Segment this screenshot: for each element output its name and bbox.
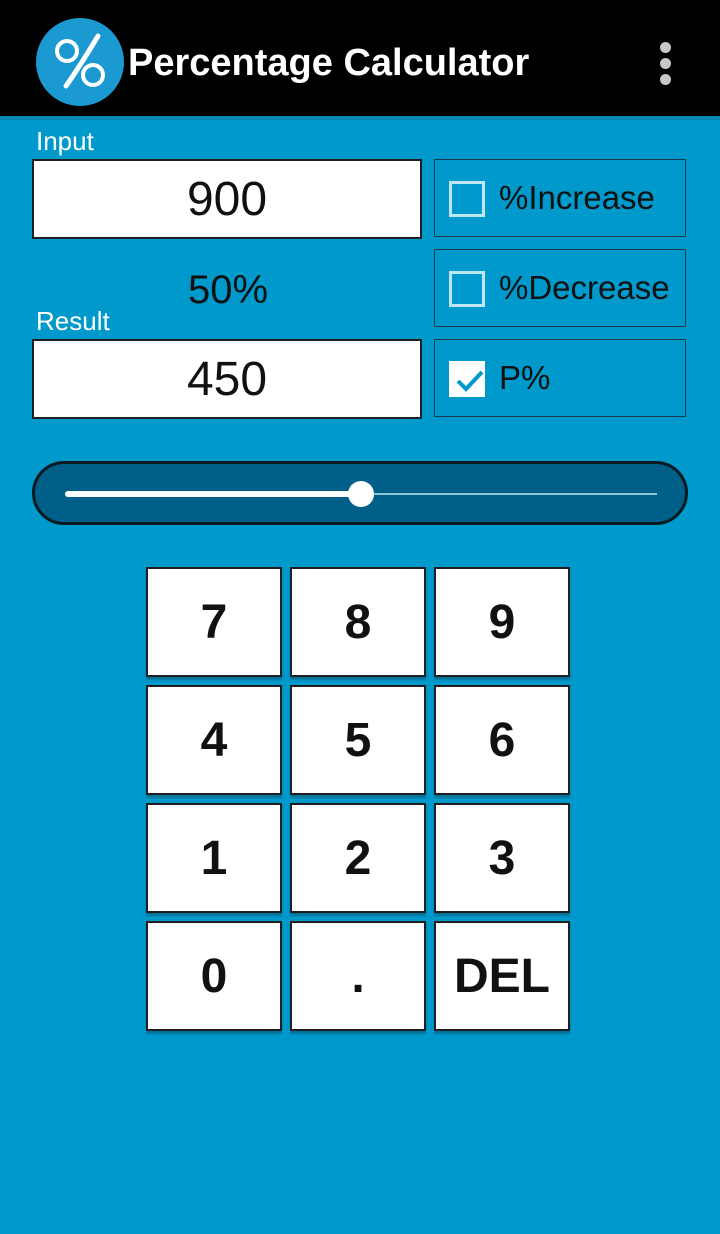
input-label: Input: [36, 126, 94, 156]
option-increase[interactable]: %Increase: [434, 159, 686, 237]
key-8[interactable]: 8: [290, 567, 426, 677]
overflow-menu-button[interactable]: [646, 36, 686, 92]
key-5[interactable]: 5: [290, 685, 426, 795]
option-p-percent[interactable]: P%: [434, 339, 686, 417]
key-9[interactable]: 9: [434, 567, 570, 677]
option-label: P%: [499, 359, 551, 396]
result-label: Result: [36, 306, 110, 336]
option-decrease[interactable]: %Decrease: [434, 249, 686, 327]
app-bar-divider: [0, 116, 720, 120]
result-field: 450: [32, 339, 422, 419]
key-0[interactable]: 0: [146, 921, 282, 1031]
overflow-menu-icon-dot: [660, 58, 671, 69]
key-4[interactable]: 4: [146, 685, 282, 795]
key-7[interactable]: 7: [146, 567, 282, 677]
slider-fill: [65, 491, 361, 497]
checkbox-icon[interactable]: [449, 271, 485, 307]
option-label: %Decrease: [499, 269, 670, 306]
checkbox-icon[interactable]: [449, 181, 485, 217]
slider-thumb[interactable]: [348, 481, 374, 507]
key-6[interactable]: 6: [434, 685, 570, 795]
overflow-menu-icon: [660, 42, 671, 53]
input-field[interactable]: 900: [32, 159, 422, 239]
app-title: Percentage Calculator: [128, 42, 530, 84]
key-2[interactable]: 2: [290, 803, 426, 913]
option-label: %Increase: [499, 179, 655, 216]
key-decimal-point[interactable]: .: [290, 921, 426, 1031]
percentage-slider[interactable]: [32, 461, 688, 525]
percent-logo-icon: [36, 18, 124, 106]
key-1[interactable]: 1: [146, 803, 282, 913]
key-delete[interactable]: DEL: [434, 921, 570, 1031]
app-bar: Percentage Calculator: [0, 0, 720, 116]
key-3[interactable]: 3: [434, 803, 570, 913]
checkbox-checked-icon[interactable]: [449, 361, 485, 397]
overflow-menu-icon-dot: [660, 74, 671, 85]
